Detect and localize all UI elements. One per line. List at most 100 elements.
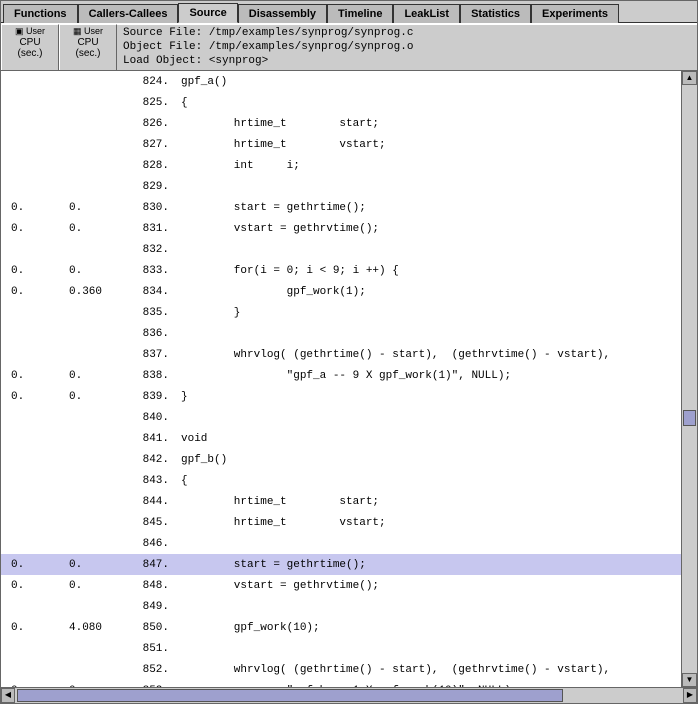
line-number-cell: 849. bbox=[117, 601, 179, 613]
source-row[interactable]: 832. bbox=[1, 239, 681, 260]
incl-cpu-cell: 0. bbox=[59, 370, 117, 382]
tab-leaklist[interactable]: LeakList bbox=[393, 4, 460, 23]
scroll-right-arrow[interactable]: ▶ bbox=[683, 688, 697, 703]
source-text-cell: start = gethrtime(); bbox=[179, 559, 681, 571]
source-text-cell: hrtime_t vstart; bbox=[179, 139, 681, 151]
line-number-cell: 832. bbox=[117, 244, 179, 256]
source-text-cell: } bbox=[179, 391, 681, 403]
source-text-cell: gpf_b() bbox=[179, 454, 681, 466]
source-row[interactable]: 851. bbox=[1, 638, 681, 659]
tab-source[interactable]: Source bbox=[178, 3, 237, 23]
source-row[interactable]: 826. hrtime_t start; bbox=[1, 113, 681, 134]
analyzer-window: FunctionsCallers-CalleesSourceDisassembl… bbox=[0, 0, 698, 704]
line-number-cell: 845. bbox=[117, 517, 179, 529]
line-number-cell: 851. bbox=[117, 643, 179, 655]
source-row[interactable]: 852. whrvlog( (gethrtime() - start), (ge… bbox=[1, 659, 681, 680]
excl-cpu-cell: 0. bbox=[1, 265, 59, 277]
scroll-left-arrow[interactable]: ◀ bbox=[1, 688, 15, 703]
source-row[interactable]: 829. bbox=[1, 176, 681, 197]
incl-cpu-cell: 0.360 bbox=[59, 286, 117, 298]
source-row[interactable]: 828. int i; bbox=[1, 155, 681, 176]
source-row[interactable]: 0.0.838. "gpf_a -- 9 X gpf_work(1)", NUL… bbox=[1, 365, 681, 386]
source-row[interactable]: 0.0.853. "gpf_b -- 1 X gpf_work(10)", NU… bbox=[1, 680, 681, 687]
source-row[interactable]: 0.4.080850. gpf_work(10); bbox=[1, 617, 681, 638]
source-text-cell: gpf_a() bbox=[179, 76, 681, 88]
tab-experiments[interactable]: Experiments bbox=[531, 4, 619, 23]
metric-incl-icon: ▦ bbox=[73, 26, 82, 36]
source-panel: ▣ User CPU (sec.) ▦ User CPU (sec.) Sour… bbox=[1, 23, 697, 703]
tab-functions[interactable]: Functions bbox=[3, 4, 78, 23]
excl-cpu-cell: 0. bbox=[1, 223, 59, 235]
tab-timeline[interactable]: Timeline bbox=[327, 4, 393, 23]
line-number-cell: 850. bbox=[117, 622, 179, 634]
scroll-down-arrow[interactable]: ▼ bbox=[682, 673, 697, 687]
tab-callers-callees[interactable]: Callers-Callees bbox=[78, 4, 179, 23]
line-number-cell: 846. bbox=[117, 538, 179, 550]
line-number-cell: 848. bbox=[117, 580, 179, 592]
col-header-user-cpu-incl[interactable]: ▦ User CPU (sec.) bbox=[59, 24, 117, 70]
col-header-user-cpu-excl[interactable]: ▣ User CPU (sec.) bbox=[1, 24, 59, 70]
column-header-row: ▣ User CPU (sec.) ▦ User CPU (sec.) Sour… bbox=[1, 24, 697, 71]
source-text-cell: gpf_work(1); bbox=[179, 286, 681, 298]
vscroll-track[interactable] bbox=[682, 85, 697, 673]
line-number-cell: 829. bbox=[117, 181, 179, 193]
line-number-cell: 841. bbox=[117, 433, 179, 445]
scroll-area: 824.gpf_a()825.{826. hrtime_t start;827.… bbox=[1, 71, 697, 687]
excl-cpu-cell: 0. bbox=[1, 391, 59, 403]
source-row[interactable]: 843.{ bbox=[1, 470, 681, 491]
source-row[interactable]: 841.void bbox=[1, 428, 681, 449]
source-row[interactable]: 845. hrtime_t vstart; bbox=[1, 512, 681, 533]
line-number-cell: 836. bbox=[117, 328, 179, 340]
file-info-header: Source File: /tmp/examples/synprog/synpr… bbox=[117, 24, 697, 70]
source-row[interactable]: 0.0.360834. gpf_work(1); bbox=[1, 281, 681, 302]
source-text-cell: "gpf_a -- 9 X gpf_work(1)", NULL); bbox=[179, 370, 681, 382]
source-rows[interactable]: 824.gpf_a()825.{826. hrtime_t start;827.… bbox=[1, 71, 681, 687]
line-number-cell: 843. bbox=[117, 475, 179, 487]
source-row[interactable]: 0.0.839.} bbox=[1, 386, 681, 407]
source-row[interactable]: 836. bbox=[1, 323, 681, 344]
line-number-cell: 831. bbox=[117, 223, 179, 235]
source-row[interactable]: 842.gpf_b() bbox=[1, 449, 681, 470]
source-row[interactable]: 827. hrtime_t vstart; bbox=[1, 134, 681, 155]
incl-cpu-cell: 0. bbox=[59, 223, 117, 235]
source-row[interactable]: 824.gpf_a() bbox=[1, 71, 681, 92]
source-text-cell: { bbox=[179, 475, 681, 487]
vertical-scrollbar[interactable]: ▲ ▼ bbox=[681, 71, 697, 687]
excl-cpu-cell: 0. bbox=[1, 370, 59, 382]
tab-disassembly[interactable]: Disassembly bbox=[238, 4, 327, 23]
excl-cpu-cell: 0. bbox=[1, 559, 59, 571]
horizontal-scrollbar[interactable]: ◀ ▶ bbox=[1, 687, 697, 703]
source-text-cell: for(i = 0; i < 9; i ++) { bbox=[179, 265, 681, 277]
line-number-cell: 842. bbox=[117, 454, 179, 466]
excl-cpu-cell: 0. bbox=[1, 580, 59, 592]
source-text-cell: whrvlog( (gethrtime() - start), (gethrvt… bbox=[179, 664, 681, 676]
source-text-cell: void bbox=[179, 433, 681, 445]
source-row[interactable]: 825.{ bbox=[1, 92, 681, 113]
source-row[interactable]: 846. bbox=[1, 533, 681, 554]
source-text-cell: hrtime_t vstart; bbox=[179, 517, 681, 529]
tab-statistics[interactable]: Statistics bbox=[460, 4, 531, 23]
excl-cpu-cell: 0. bbox=[1, 202, 59, 214]
source-row[interactable]: 0.0.833. for(i = 0; i < 9; i ++) { bbox=[1, 260, 681, 281]
hscroll-thumb[interactable] bbox=[17, 689, 563, 702]
line-number-cell: 824. bbox=[117, 76, 179, 88]
metric-excl-icon: ▣ bbox=[15, 26, 24, 36]
vscroll-thumb[interactable] bbox=[683, 410, 696, 426]
source-row[interactable]: 844. hrtime_t start; bbox=[1, 491, 681, 512]
hscroll-track[interactable] bbox=[15, 688, 683, 703]
tab-bar: FunctionsCallers-CalleesSourceDisassembl… bbox=[1, 1, 697, 23]
line-number-cell: 828. bbox=[117, 160, 179, 172]
source-text-cell: int i; bbox=[179, 160, 681, 172]
scroll-up-arrow[interactable]: ▲ bbox=[682, 71, 697, 85]
source-row[interactable]: 0.0.848. vstart = gethrvtime(); bbox=[1, 575, 681, 596]
source-text-cell: whrvlog( (gethrtime() - start), (gethrvt… bbox=[179, 349, 681, 361]
line-number-cell: 827. bbox=[117, 139, 179, 151]
source-row[interactable]: 0.0.830. start = gethrtime(); bbox=[1, 197, 681, 218]
source-row[interactable]: 849. bbox=[1, 596, 681, 617]
source-row[interactable]: 0.0.831. vstart = gethrvtime(); bbox=[1, 218, 681, 239]
source-row[interactable]: 0.0.847. start = gethrtime(); bbox=[1, 554, 681, 575]
incl-cpu-cell: 0. bbox=[59, 559, 117, 571]
source-row[interactable]: 835. } bbox=[1, 302, 681, 323]
source-row[interactable]: 840. bbox=[1, 407, 681, 428]
source-row[interactable]: 837. whrvlog( (gethrtime() - start), (ge… bbox=[1, 344, 681, 365]
